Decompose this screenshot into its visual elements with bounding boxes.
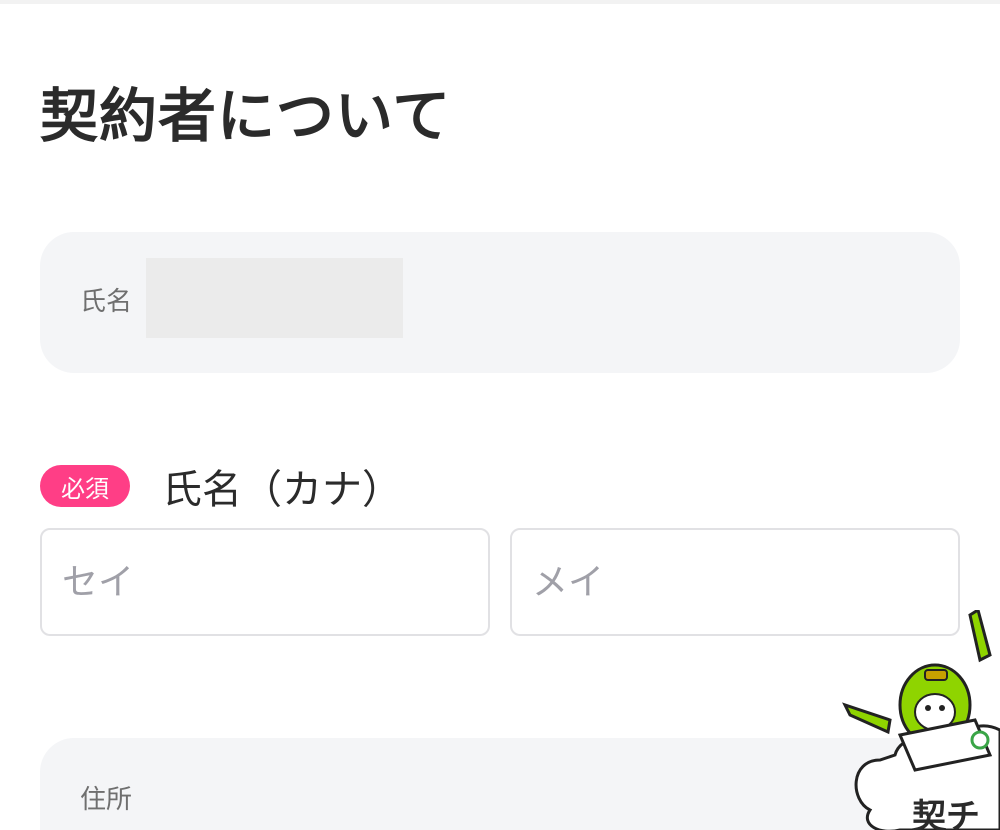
page: 契約者について 氏名 必須 氏名（カナ） 住所 契チ (0, 0, 1000, 830)
kana-field-heading: 必須 氏名（カナ） (40, 458, 402, 514)
kana-field-label: 氏名（カナ） (162, 467, 402, 513)
address-card: 住所 (40, 738, 960, 830)
mascot-text: 契チ (912, 797, 980, 830)
address-label: 住所 (80, 785, 133, 815)
page-title: 契約者について (40, 82, 452, 150)
top-divider (0, 0, 1000, 4)
name-label: 氏名 (80, 287, 133, 317)
sei-input[interactable] (40, 528, 490, 636)
required-badge: 必須 (40, 465, 130, 507)
mascot-illustration[interactable]: 契チ (840, 607, 1000, 830)
redacted-name-value (146, 258, 403, 338)
contractor-name-card: 氏名 (40, 232, 960, 373)
